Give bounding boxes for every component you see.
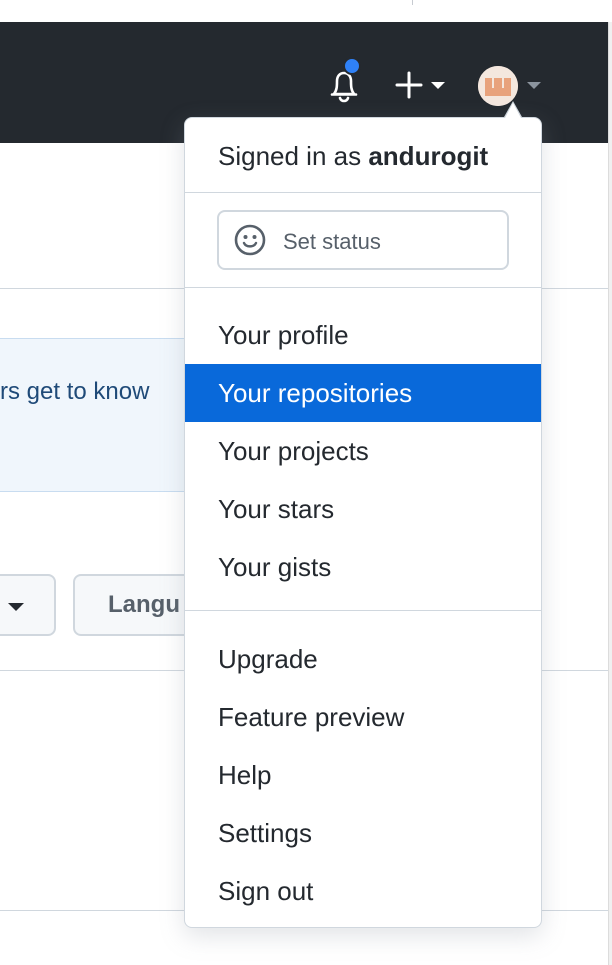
username: andurogit [368,141,489,171]
set-status-label: Set status [283,229,381,254]
signed-in-label: Signed in as [218,141,362,171]
signed-in-header: Signed in as andurogit [218,141,488,172]
dropdown-divider [185,192,541,193]
dropdown-divider [185,610,541,611]
create-menu-caret-icon[interactable] [431,82,445,89]
info-banner-text: rs get to know [0,378,150,405]
menu-item-sign-out[interactable]: Sign out [185,862,541,920]
menu-item-your-profile[interactable]: Your profile [185,306,541,364]
dropdown-pointer-fill [505,103,521,118]
dropdown-divider [185,287,541,288]
user-menu-caret-icon[interactable] [527,82,541,89]
avatar-identicon-icon [478,66,518,106]
menu-item-your-stars[interactable]: Your stars [185,480,541,538]
browser-top-strip [0,0,612,23]
chevron-down-icon [8,603,24,611]
info-banner [0,338,200,492]
menu-item-your-gists[interactable]: Your gists [185,538,541,596]
menu-item-your-repositories[interactable]: Your repositories [185,364,541,422]
menu-item-feature-preview[interactable]: Feature preview [185,688,541,746]
menu-item-help[interactable]: Help [185,746,541,804]
notification-indicator [343,57,361,75]
strip-tick [412,0,413,5]
scrollbar[interactable] [608,22,612,965]
avatar[interactable] [478,66,518,106]
plus-icon[interactable] [394,70,424,100]
menu-item-your-projects[interactable]: Your projects [185,422,541,480]
menu-item-upgrade[interactable]: Upgrade [185,630,541,688]
language-filter-label: Langu [108,591,180,618]
smiley-icon [234,224,266,256]
menu-item-settings[interactable]: Settings [185,804,541,862]
